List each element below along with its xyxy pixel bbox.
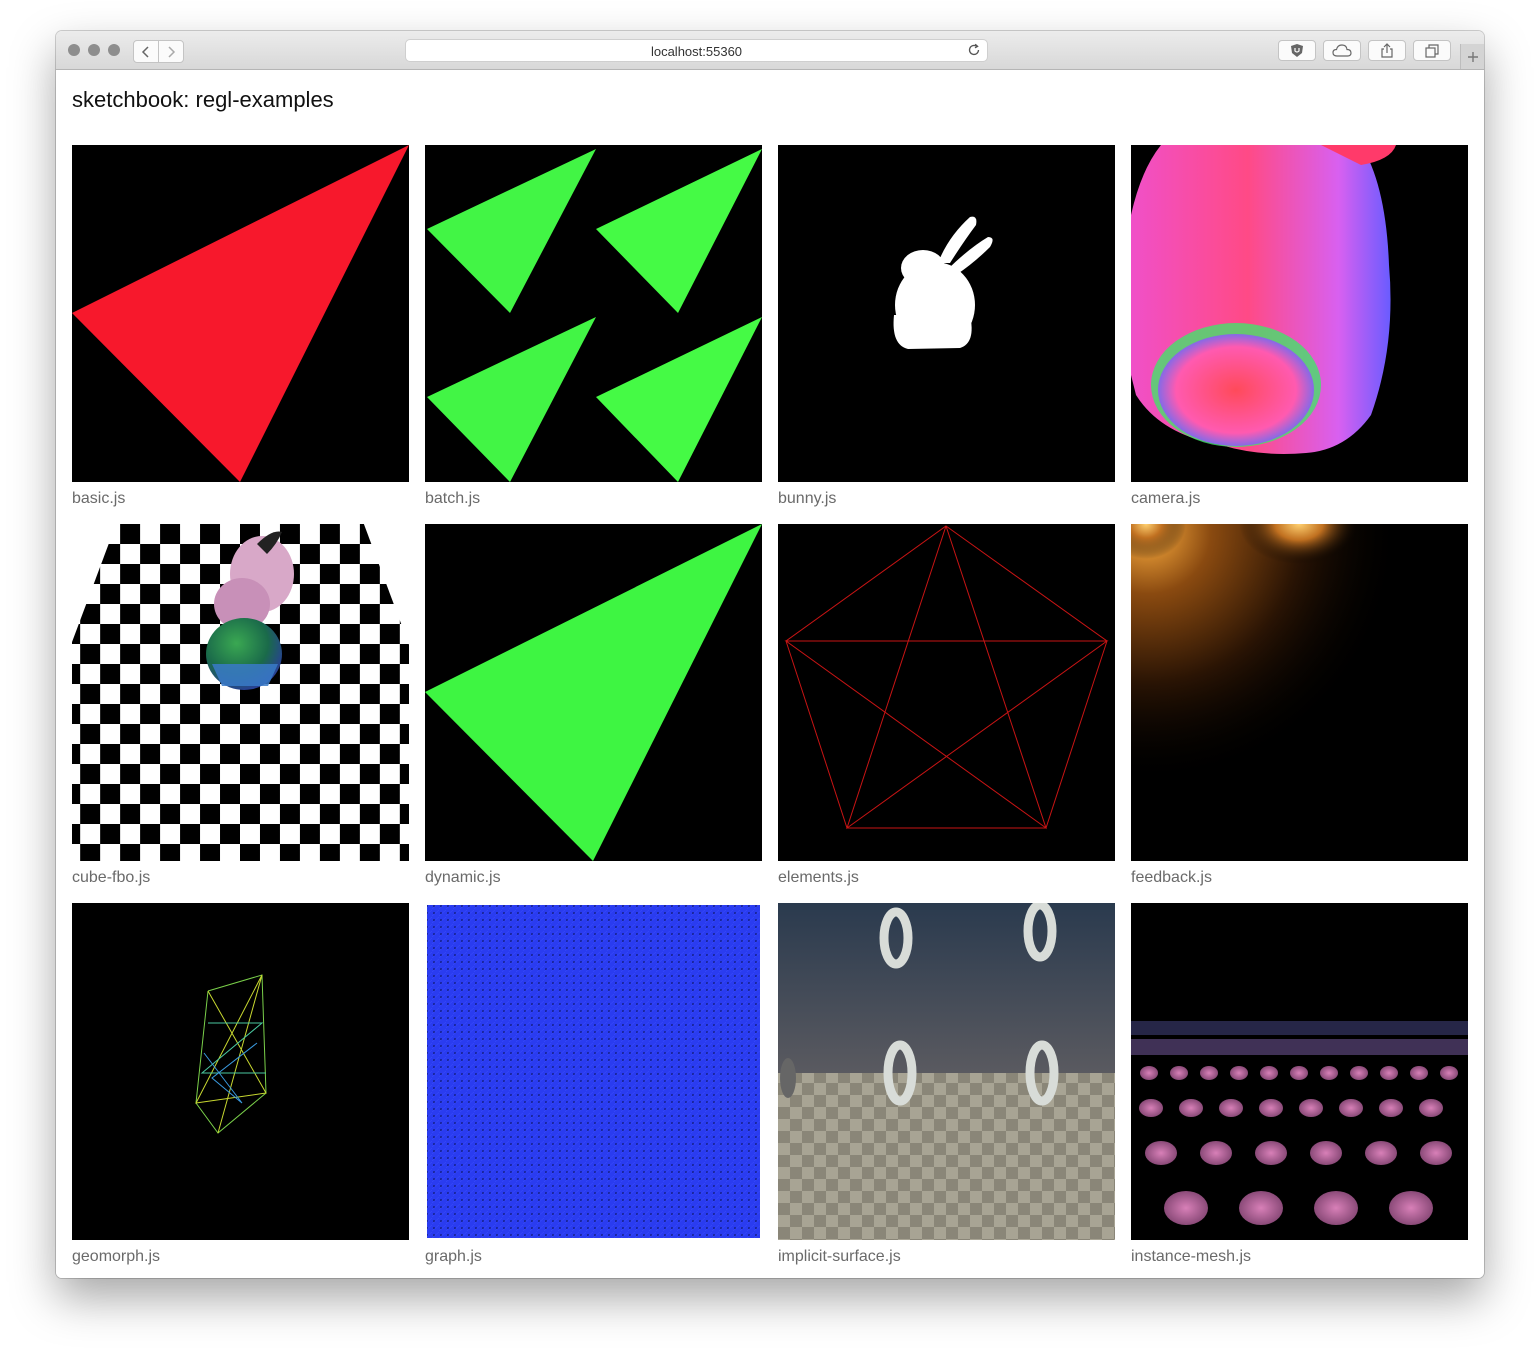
example-label: feedback.js	[1131, 869, 1212, 886]
basic-thumbnail	[72, 145, 409, 482]
show-tabs-button[interactable]	[1413, 40, 1451, 61]
example-label: geomorph.js	[72, 1248, 161, 1265]
back-button[interactable]	[133, 40, 159, 63]
example-tile-basic[interactable]: basic.js	[72, 145, 409, 507]
example-tile-geomorph[interactable]: geomorph.js	[72, 903, 409, 1265]
example-tile-graph[interactable]: graph.js	[425, 903, 762, 1265]
example-tile-bunny[interactable]: bunny.js	[778, 145, 1115, 507]
example-label: elements.js	[778, 869, 859, 886]
url-text: localhost:55360	[650, 44, 743, 59]
minimize-window-button[interactable]	[88, 44, 100, 56]
shield-icon	[1291, 44, 1303, 57]
example-tile-dynamic[interactable]: dynamic.js	[425, 524, 762, 886]
reload-icon[interactable]	[967, 43, 981, 57]
share-button[interactable]	[1368, 40, 1406, 61]
plus-icon	[1468, 51, 1478, 62]
example-tile-cube-fbo[interactable]: cube-fbo.js	[72, 524, 409, 886]
new-tab-button[interactable]	[1460, 44, 1484, 69]
example-tile-batch[interactable]: batch.js	[425, 145, 762, 507]
ublock-button[interactable]	[1278, 40, 1316, 61]
implicit-surface-thumbnail	[778, 903, 1115, 1240]
browser-toolbar: localhost:55360	[56, 31, 1484, 70]
close-window-button[interactable]	[68, 44, 80, 56]
example-label: graph.js	[425, 1248, 482, 1265]
example-label: instance-mesh.js	[1131, 1248, 1252, 1265]
example-tile-feedback[interactable]: feedback.js	[1131, 524, 1468, 886]
feedback-thumbnail	[1131, 524, 1468, 861]
example-tile-elements[interactable]: elements.js	[778, 524, 1115, 886]
geomorph-thumbnail	[72, 903, 409, 1240]
example-tile-camera[interactable]: camera.js	[1131, 145, 1468, 507]
batch-thumbnail	[425, 145, 762, 482]
cloud-icon	[1332, 44, 1352, 57]
example-tile-instance-mesh[interactable]: instance-mesh.js	[1131, 903, 1468, 1265]
address-bar[interactable]: localhost:55360	[405, 39, 988, 62]
dynamic-thumbnail	[425, 524, 762, 861]
example-label: basic.js	[72, 490, 126, 507]
cloud-button[interactable]	[1323, 40, 1361, 61]
forward-button[interactable]	[158, 40, 184, 63]
page-content: sketchbook: regl-examples basic.js batch…	[56, 70, 1484, 1278]
chevron-left-icon	[141, 45, 149, 58]
example-label: dynamic.js	[425, 869, 501, 886]
example-label: implicit-surface.js	[778, 1248, 901, 1265]
chevron-right-icon	[168, 45, 176, 58]
example-label: cube-fbo.js	[72, 869, 151, 886]
example-label: bunny.js	[778, 490, 837, 507]
page-title: sketchbook: regl-examples	[72, 87, 334, 112]
elements-thumbnail	[778, 524, 1115, 861]
zoom-window-button[interactable]	[108, 44, 120, 56]
example-tile-implicit-surface[interactable]: implicit-surface.js	[778, 903, 1115, 1265]
bunny-thumbnail	[778, 145, 1115, 482]
camera-thumbnail	[1131, 145, 1468, 482]
example-label: batch.js	[425, 490, 481, 507]
browser-window: localhost:55360 sketchbook: regl-example…	[56, 31, 1484, 1278]
instance-mesh-thumbnail	[1131, 903, 1468, 1240]
cube-fbo-thumbnail	[72, 524, 409, 861]
example-label: camera.js	[1131, 490, 1201, 507]
share-icon	[1381, 43, 1393, 58]
graph-thumbnail	[425, 903, 762, 1240]
tabs-icon	[1425, 43, 1439, 58]
